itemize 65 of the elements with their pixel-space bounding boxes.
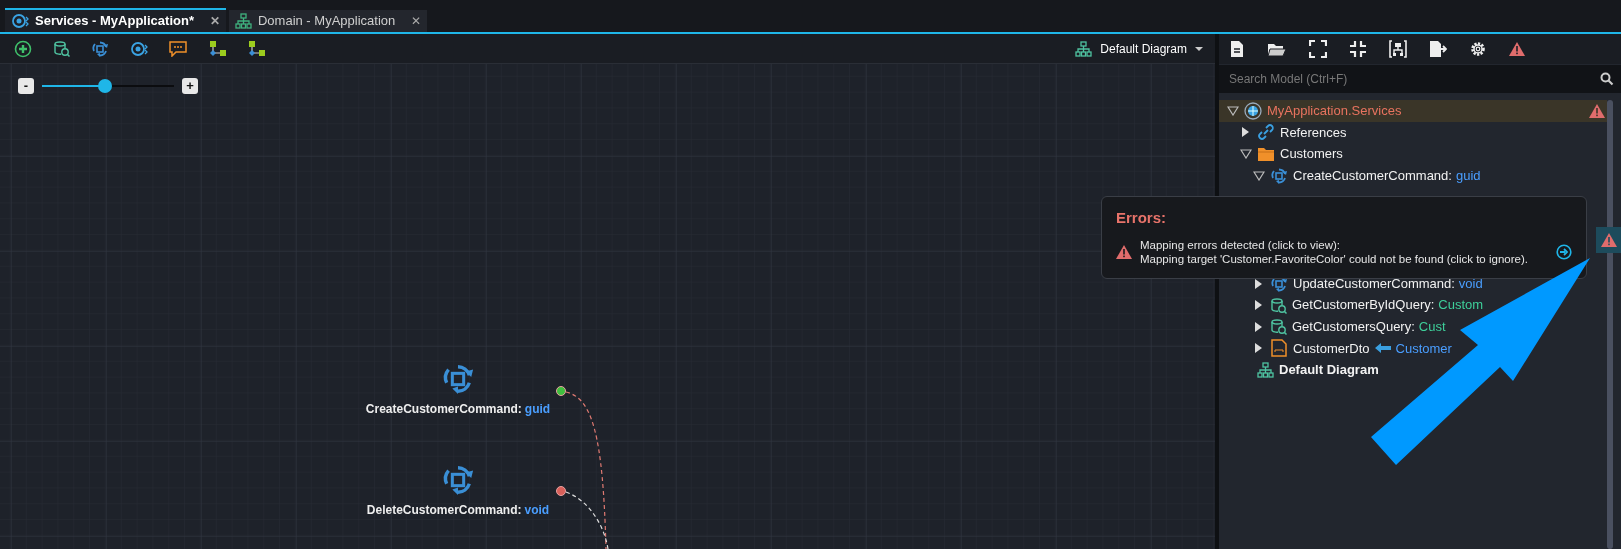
tree-item-label[interactable]: Default Diagram: [1279, 360, 1379, 380]
caret-icon: [1195, 46, 1203, 51]
globe-icon: [1244, 101, 1262, 120]
close-icon[interactable]: ✕: [209, 12, 220, 30]
type-label: Custom: [1438, 296, 1484, 315]
popup-title: Errors:: [1116, 208, 1168, 228]
type-label: guid: [1455, 166, 1481, 185]
expanded-icon[interactable]: [1253, 170, 1265, 181]
tree-item-label[interactable]: MyApplication.Services: [1267, 101, 1402, 121]
comment-icon[interactable]: [169, 40, 187, 57]
settings-icon[interactable]: [1469, 40, 1487, 58]
cycle-icon: [441, 362, 475, 396]
search-icon[interactable]: [1600, 72, 1614, 86]
export-icon[interactable]: [1429, 40, 1447, 58]
zoom-in-button[interactable]: +: [182, 78, 198, 94]
cycle-icon[interactable]: [91, 39, 109, 58]
relationship-icon[interactable]: [247, 40, 265, 57]
collapse-icon[interactable]: [1349, 40, 1367, 58]
tab[interactable]: Domain - MyApplication ✕: [228, 10, 428, 32]
type-label: void: [1458, 274, 1483, 293]
diagram-dropdown[interactable]: Default Diagram: [1075, 39, 1203, 58]
expanded-icon[interactable]: [1240, 149, 1252, 159]
database-search-icon[interactable]: [53, 40, 70, 57]
hierarchy-icon: [1075, 40, 1093, 57]
hierarchy-icon: [234, 13, 252, 29]
expand-icon[interactable]: [1309, 40, 1327, 58]
dto-icon: [1270, 339, 1288, 358]
service-icon: [11, 12, 29, 30]
folder-icon: [1257, 146, 1275, 162]
cycle-icon: [441, 463, 475, 497]
folder-icon[interactable]: [1267, 41, 1287, 57]
hierarchy-icon: [1257, 361, 1274, 378]
zoom-out-button[interactable]: -: [18, 78, 34, 94]
tree-item-label[interactable]: CustomerDto: [1293, 338, 1370, 359]
diagram-icon[interactable]: [1389, 40, 1407, 58]
scrollbar[interactable]: [1607, 100, 1613, 549]
warning-icon: [1600, 233, 1617, 247]
database-search-icon: [1270, 296, 1287, 314]
warning-icon: [1116, 244, 1132, 259]
warning-icon[interactable]: [1509, 42, 1525, 56]
zoom-track[interactable]: [42, 79, 174, 93]
tree-item-label[interactable]: Customers: [1280, 144, 1343, 164]
link-icon: [1257, 123, 1275, 142]
error-message[interactable]: Mapping target 'Customer.FavoriteColor' could not be found (click to ignore).: [1140, 251, 1548, 266]
type-label: Cust: [1418, 318, 1446, 336]
error-message[interactable]: Mapping errors detected (click to view):: [1140, 237, 1548, 252]
tree-item-label[interactable]: GetCustomerByIdQuery:: [1292, 295, 1435, 315]
node-label: CreateCustomerCommand: guid: [365, 401, 551, 418]
service-icon[interactable]: [130, 39, 148, 58]
tree-item-label[interactable]: GetCustomersQuery:: [1292, 317, 1415, 337]
database-search-icon: [1270, 318, 1287, 336]
add-icon[interactable]: [14, 39, 32, 58]
mapping-label: Customer: [1395, 339, 1452, 358]
search-field[interactable]: Search Model (Ctrl+F): [1219, 65, 1621, 93]
expanded-icon[interactable]: [1227, 105, 1239, 116]
tree-item-label[interactable]: CreateCustomerCommand:: [1293, 165, 1452, 186]
error-marker[interactable]: [1596, 227, 1621, 253]
tab[interactable]: Services - MyApplication* ✕: [5, 8, 226, 32]
node-label: DeleteCustomerCommand: void: [366, 502, 550, 519]
document-icon[interactable]: [1229, 40, 1245, 58]
cycle-icon: [1270, 166, 1288, 185]
tree-item-label[interactable]: References: [1280, 122, 1347, 143]
left-arrow-icon: [1374, 343, 1391, 354]
relationship-icon[interactable]: [208, 40, 226, 57]
close-icon[interactable]: ✕: [411, 12, 422, 30]
